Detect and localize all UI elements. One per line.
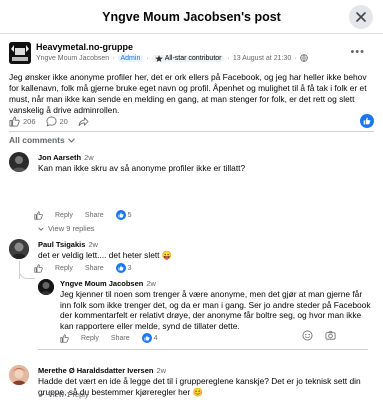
view-replies-link[interactable]: View 9 replies <box>38 224 95 233</box>
reply-button[interactable]: Reply <box>55 265 73 272</box>
share-button[interactable]: Share <box>85 212 104 219</box>
reply-like-button[interactable] <box>60 333 69 343</box>
like-count: 206 <box>23 116 36 126</box>
post-meta: Yngve Moum Jacobsen · Admin · All-star c… <box>36 54 308 62</box>
comment-text-content: det er veldig lett.... det heter slett <box>38 250 160 260</box>
post-text: Jeg ønsker ikke anonyme profiler her, de… <box>9 72 367 115</box>
more-options-icon[interactable]: ••• <box>350 46 365 58</box>
comment-author-name[interactable]: Merethe Ø Haraldsdatter Iversen <box>38 366 153 375</box>
reply-button[interactable]: Reply <box>81 335 99 342</box>
like-badge-icon <box>363 117 371 125</box>
reply-actions: Reply Share 4 <box>60 333 158 343</box>
user-photo-icon <box>9 365 29 385</box>
post-dialog-header: Yngve Moum Jacobsen's post <box>0 0 383 34</box>
comment-like-button[interactable] <box>34 210 43 220</box>
comment-author-name[interactable]: Paul Tsigakis <box>38 240 85 249</box>
all-star-badge: All-star contributor <box>151 54 225 62</box>
reply-tools <box>302 330 336 341</box>
group-logo-icon <box>9 42 31 64</box>
like-reaction-icon <box>115 263 126 273</box>
thumbs-up-icon <box>34 263 43 273</box>
post-author[interactable]: Yngve Moum Jacobsen <box>36 55 109 62</box>
avatar[interactable] <box>9 239 29 259</box>
comments-filter-label: All comments <box>9 135 65 145</box>
view-replies-label: View 1 reply <box>48 390 89 399</box>
chevron-down-icon <box>67 137 75 143</box>
reply-time[interactable]: 2w <box>146 279 156 288</box>
close-button[interactable] <box>349 5 373 29</box>
post-reactions-bar: 206 20 <box>9 114 374 128</box>
thumbs-up-icon <box>34 210 43 220</box>
comment-text: Kan man ikke skru av så anonyme profiler… <box>38 163 246 173</box>
post-header: Heavymetal.no-gruppe Yngve Moum Jacobsen… <box>9 42 369 68</box>
comment-like-count: 3 <box>115 263 132 273</box>
comment-author[interactable]: Paul Tsigakis 2w <box>38 240 98 249</box>
like-count-value: 3 <box>127 264 132 272</box>
comment-actions: Reply Share 5 <box>34 210 132 220</box>
like-reaction-icon <box>115 210 126 220</box>
share-arrow-icon <box>78 116 89 126</box>
reaction-summary-like-icon[interactable] <box>360 114 374 128</box>
view-replies-label: View 9 replies <box>48 224 95 233</box>
comment-count: 20 <box>59 116 68 126</box>
comment-time[interactable]: 2w <box>88 240 98 249</box>
comment-like-button[interactable] <box>34 263 43 273</box>
post-date[interactable]: 13 August at 21:30 <box>233 55 291 62</box>
user-photo-icon <box>38 279 54 295</box>
like-count-value: 4 <box>153 334 158 342</box>
comment-author[interactable]: Merethe Ø Haraldsdatter Iversen 2w <box>38 366 166 375</box>
post-content: Heavymetal.no-gruppe Yngve Moum Jacobsen… <box>0 34 383 400</box>
comment-bubble-icon <box>46 116 57 127</box>
comment-text: det er veldig lett.... det heter slett 😛 <box>38 250 368 261</box>
chevron-down-icon <box>38 226 44 231</box>
comment-like-count: 5 <box>115 210 132 220</box>
avatar[interactable] <box>9 365 29 385</box>
thread-connector <box>19 269 35 279</box>
group-avatar[interactable] <box>9 42 31 64</box>
like-button[interactable]: 206 <box>9 116 36 127</box>
reply-text: Jeg kjenner til noen som trenger å være … <box>60 289 371 331</box>
user-photo-icon <box>12 156 26 172</box>
comment-time[interactable]: 2w <box>84 153 94 162</box>
all-star-label: All-star contributor <box>164 54 222 62</box>
dialog-title: Yngve Moum Jacobsen's post <box>102 10 281 24</box>
comment-button[interactable]: 20 <box>46 116 68 127</box>
thumbs-up-icon <box>60 333 69 343</box>
camera-icon[interactable] <box>325 330 336 341</box>
close-icon <box>356 12 366 22</box>
comment-author-name[interactable]: Jon Aarseth <box>38 153 81 162</box>
divider <box>9 131 374 132</box>
like-reaction-icon <box>141 333 152 343</box>
privacy-globe-icon <box>299 54 308 62</box>
chevron-down-icon <box>38 392 44 397</box>
user-photo-icon <box>9 239 29 259</box>
thumbs-up-icon <box>9 116 20 126</box>
divider <box>38 349 368 350</box>
badge-star-icon <box>154 54 163 62</box>
view-replies-link[interactable]: View 1 reply <box>38 390 89 399</box>
share-button[interactable]: Share <box>111 335 130 342</box>
group-name-link[interactable]: Heavymetal.no-gruppe <box>36 42 133 52</box>
like-count-value: 5 <box>127 211 132 219</box>
comment-time[interactable]: 2w <box>156 366 166 375</box>
comments-filter-dropdown[interactable]: All comments <box>9 135 75 145</box>
admin-badge: Admin <box>117 54 144 62</box>
comment-actions: Reply Share 3 <box>34 263 132 273</box>
reply-button[interactable]: Reply <box>55 212 73 219</box>
reply-author[interactable]: Yngve Moum Jacobsen 2w <box>60 279 156 288</box>
emoji-icon[interactable] <box>302 330 313 341</box>
avatar[interactable] <box>9 152 29 172</box>
comment-author[interactable]: Jon Aarseth 2w <box>38 153 94 162</box>
reply-author-name[interactable]: Yngve Moum Jacobsen <box>60 279 143 288</box>
share-button[interactable]: Share <box>85 265 104 272</box>
tongue-emoji: 😛 <box>161 250 173 260</box>
send-button[interactable] <box>78 116 89 127</box>
avatar[interactable] <box>38 279 54 295</box>
smile-emoji: 😊 <box>192 386 203 397</box>
reply-like-count: 4 <box>141 333 158 343</box>
